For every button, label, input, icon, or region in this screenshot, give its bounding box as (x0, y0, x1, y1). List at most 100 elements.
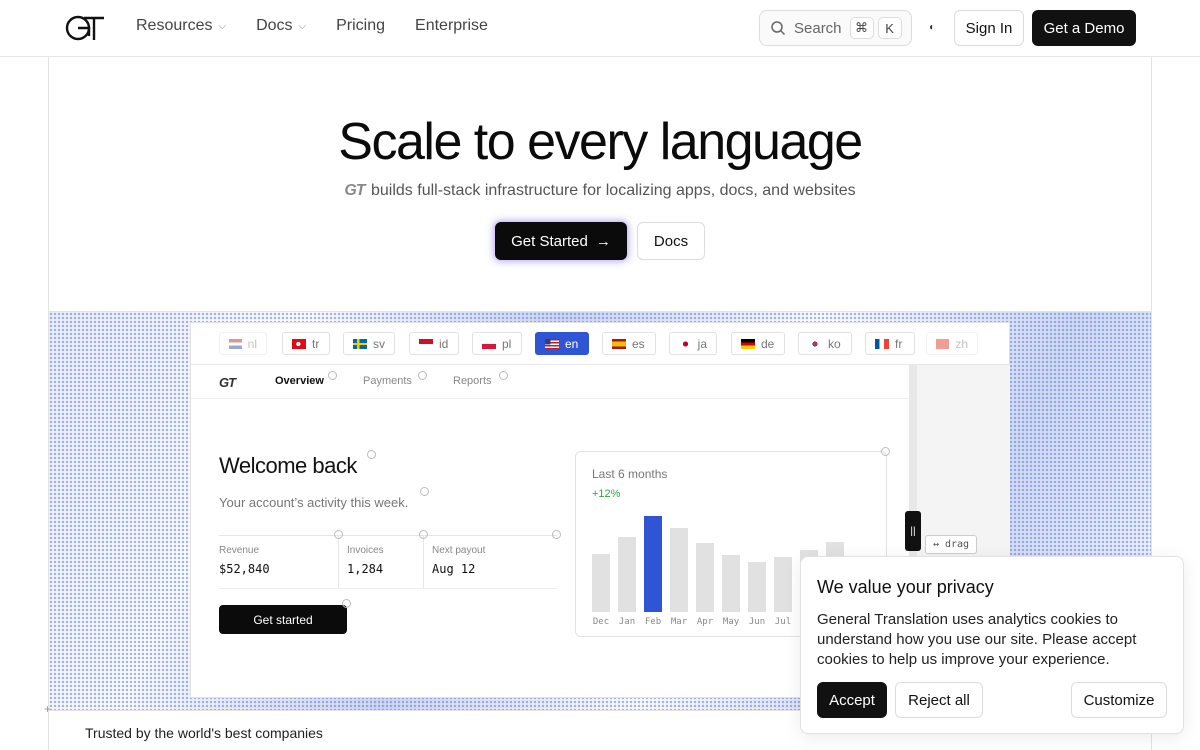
info-icon (367, 450, 376, 459)
language-chip-ko[interactable]: ko (798, 332, 852, 355)
reject-cookies-button[interactable]: Reject all (895, 682, 983, 718)
nav-resources-label: Resources (136, 17, 213, 34)
language-chip-zh[interactable]: zh (926, 332, 978, 355)
hero-title: Scale to every language (338, 113, 863, 171)
nav-enterprise[interactable]: Enterprise (415, 17, 488, 35)
language-chip-ja[interactable]: ja (669, 332, 717, 355)
tick-label-may: May (723, 617, 740, 627)
demo-get-started-button[interactable]: Get started (219, 605, 347, 634)
language-chip-de[interactable]: de (731, 332, 785, 355)
tick-label-jan: Jan (619, 617, 635, 627)
get-started-button[interactable]: Get Started → (495, 222, 627, 260)
stat-revenue: Revenue $52,840 (219, 545, 270, 576)
stat-label: Next payout (432, 545, 486, 556)
language-code: pl (502, 336, 512, 351)
stat-next-payout: Next payout Aug 12 (432, 545, 485, 576)
japan-flag-icon (679, 338, 692, 349)
tick-label-mar: Mar (671, 617, 688, 627)
language-chip-fr[interactable]: fr (865, 332, 915, 355)
demo-app-nav: GT Overview Payments Reports (191, 365, 909, 399)
stats-divider-bottom (219, 588, 557, 589)
nav-enterprise-label: Enterprise (415, 17, 488, 34)
bar-mar (670, 528, 688, 612)
site-header: Resources ⌵ Docs ⌵ Pricing Enterprise Se… (0, 0, 1200, 57)
tab-reports[interactable]: Reports (453, 375, 492, 387)
bar-jul (774, 557, 792, 612)
search-icon (771, 21, 786, 36)
language-code: fr (895, 336, 903, 351)
nav-resources[interactable]: Resources ⌵ (136, 17, 226, 35)
language-chip-nl[interactable]: nl (219, 332, 267, 355)
hero-subtitle: GT builds full-stack infrastructure for … (0, 182, 1200, 200)
bar-dec (592, 554, 610, 612)
language-code: ja (697, 336, 707, 351)
gt-logo[interactable] (64, 14, 106, 42)
language-chip-id[interactable]: id (409, 332, 459, 355)
docs-button[interactable]: Docs (637, 222, 705, 260)
language-chip-sv[interactable]: sv (343, 332, 395, 355)
usa-flag-icon (545, 338, 559, 349)
sign-in-button[interactable]: Sign In (954, 10, 1024, 46)
theme-toggle-icon[interactable]: ◖ (928, 22, 936, 34)
trusted-heading: Trusted by the world's best companies (85, 725, 323, 741)
activity-text: Your account’s activity this week. (219, 495, 409, 510)
korea-flag-icon (808, 338, 822, 349)
stat-invoices: Invoices 1,284 (347, 545, 384, 576)
chevron-down-icon: ⌵ (218, 20, 227, 32)
poland-flag-icon (482, 338, 496, 349)
language-chip-pl[interactable]: pl (472, 332, 522, 355)
nav-pricing-label: Pricing (336, 17, 386, 34)
cookie-banner: We value your privacy General Translatio… (800, 556, 1184, 734)
info-icon (419, 530, 428, 539)
language-code: es (632, 336, 645, 351)
main-nav: Resources ⌵ Docs ⌵ Pricing Enterprise (136, 17, 488, 35)
customize-cookies-button[interactable]: Customize (1071, 682, 1167, 718)
bar-feb (644, 516, 662, 612)
language-code: tr (312, 336, 320, 351)
info-icon (420, 487, 429, 496)
nav-docs[interactable]: Docs ⌵ (256, 17, 306, 35)
k-key: K (877, 17, 902, 39)
language-chip-en[interactable]: en (535, 332, 589, 355)
tick-label-jul: Jul (775, 617, 791, 627)
get-started-label: Get Started (511, 232, 588, 250)
cookie-text: General Translation uses analytics cooki… (817, 611, 1137, 668)
stats-divider-top (219, 535, 557, 536)
cmd-key: ⌘ (849, 17, 874, 39)
bar-jan (618, 537, 636, 612)
indonesia-flag-icon (419, 338, 433, 349)
demo-app-logo: GT (219, 375, 236, 390)
info-icon (552, 530, 561, 539)
bar-may (722, 555, 740, 612)
plus-marker-icon: + (44, 702, 52, 716)
netherlands-flag-icon (229, 338, 242, 349)
nav-pricing[interactable]: Pricing (336, 17, 385, 35)
get-demo-button[interactable]: Get a Demo (1032, 10, 1136, 46)
language-chip-tr[interactable]: tr (282, 332, 330, 355)
welcome-heading: Welcome back (219, 453, 357, 478)
info-icon (342, 599, 351, 608)
gt-inline-logo: GT (344, 182, 365, 199)
france-flag-icon (875, 338, 889, 349)
resize-handle[interactable]: || (905, 511, 921, 551)
tick-label-jun: Jun (749, 617, 765, 627)
language-code: sv (373, 336, 385, 351)
germany-flag-icon (741, 338, 755, 349)
tab-payments[interactable]: Payments (363, 375, 412, 387)
language-bar: nl tr sv id pl en es ja de ko fr zh (191, 323, 1011, 365)
language-code: ko (828, 336, 841, 351)
stat-label: Revenue (219, 545, 260, 556)
tick-label-apr: Apr (697, 617, 714, 627)
tick-label-feb: Feb (645, 617, 661, 627)
stat-value: 1,284 (347, 562, 384, 576)
tab-overview[interactable]: Overview (275, 375, 324, 387)
language-chip-es[interactable]: es (602, 332, 656, 355)
hero-subtitle-text: builds full-stack infrastructure for loc… (371, 182, 856, 199)
arrow-right-icon: → (595, 232, 611, 250)
china-flag-icon (936, 338, 950, 349)
info-icon (499, 371, 508, 380)
cookie-title: We value your privacy (817, 577, 994, 597)
bar-jun (748, 562, 766, 612)
accept-cookies-button[interactable]: Accept (817, 682, 887, 718)
search-button[interactable]: Search ⌘ K (759, 10, 912, 46)
